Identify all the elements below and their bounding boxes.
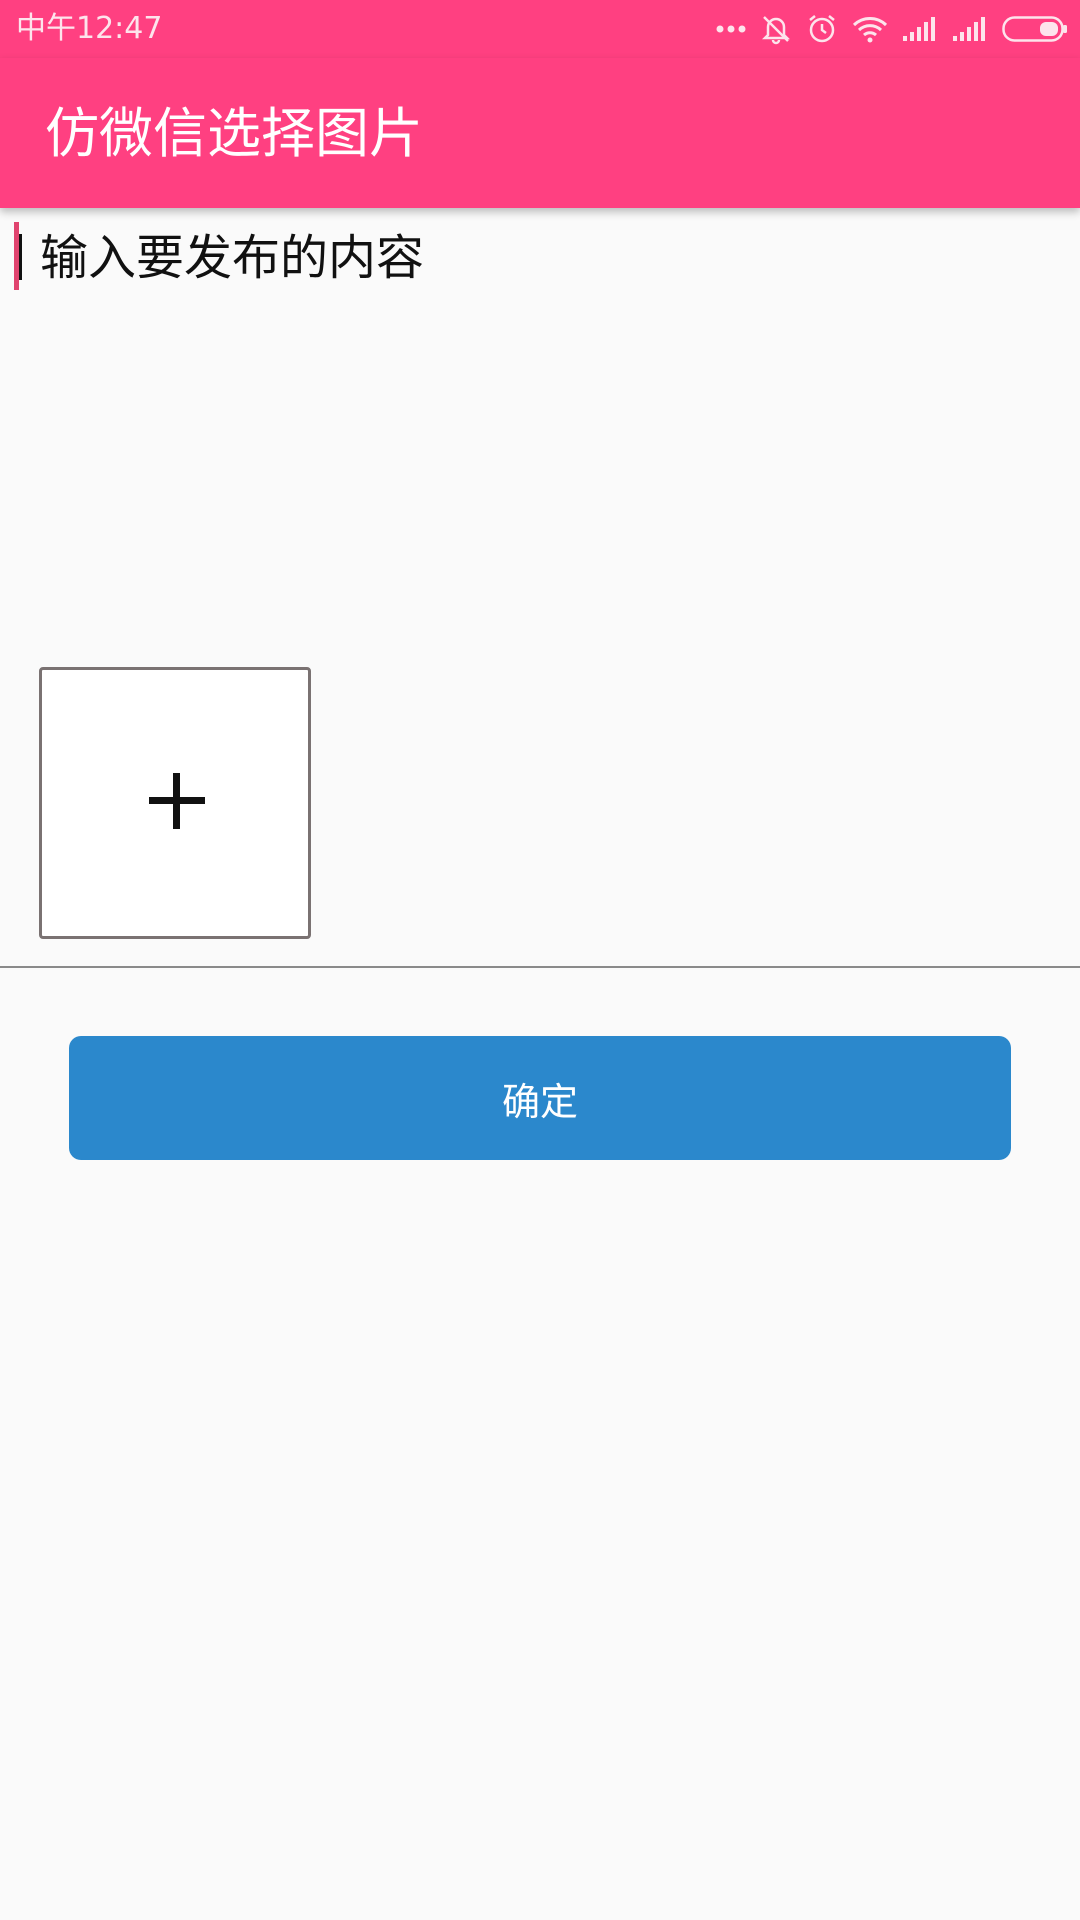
divider: [0, 966, 1080, 968]
muted-bell-icon: [760, 13, 792, 45]
app-bar: 仿微信选择图片: [0, 58, 1080, 208]
alarm-clock-icon: [806, 13, 838, 45]
signal-icon: [952, 16, 988, 42]
add-photo-button[interactable]: [39, 667, 311, 939]
status-time: 中午12:47: [16, 11, 163, 46]
text-caret: [19, 234, 22, 280]
status-bar: 中午12:47: [0, 0, 1080, 58]
battery-icon: [1002, 16, 1068, 42]
content-input[interactable]: 输入要发布的内容: [14, 222, 1064, 652]
signal-icon: [902, 16, 938, 42]
status-icons: [716, 10, 1068, 48]
confirm-button[interactable]: 确定: [69, 1036, 1011, 1160]
wifi-icon: [852, 15, 888, 43]
plus-icon: [42, 670, 308, 936]
content-input-placeholder: 输入要发布的内容: [40, 230, 425, 286]
more-dots-icon: [716, 24, 746, 34]
page-title: 仿微信选择图片: [45, 102, 423, 165]
